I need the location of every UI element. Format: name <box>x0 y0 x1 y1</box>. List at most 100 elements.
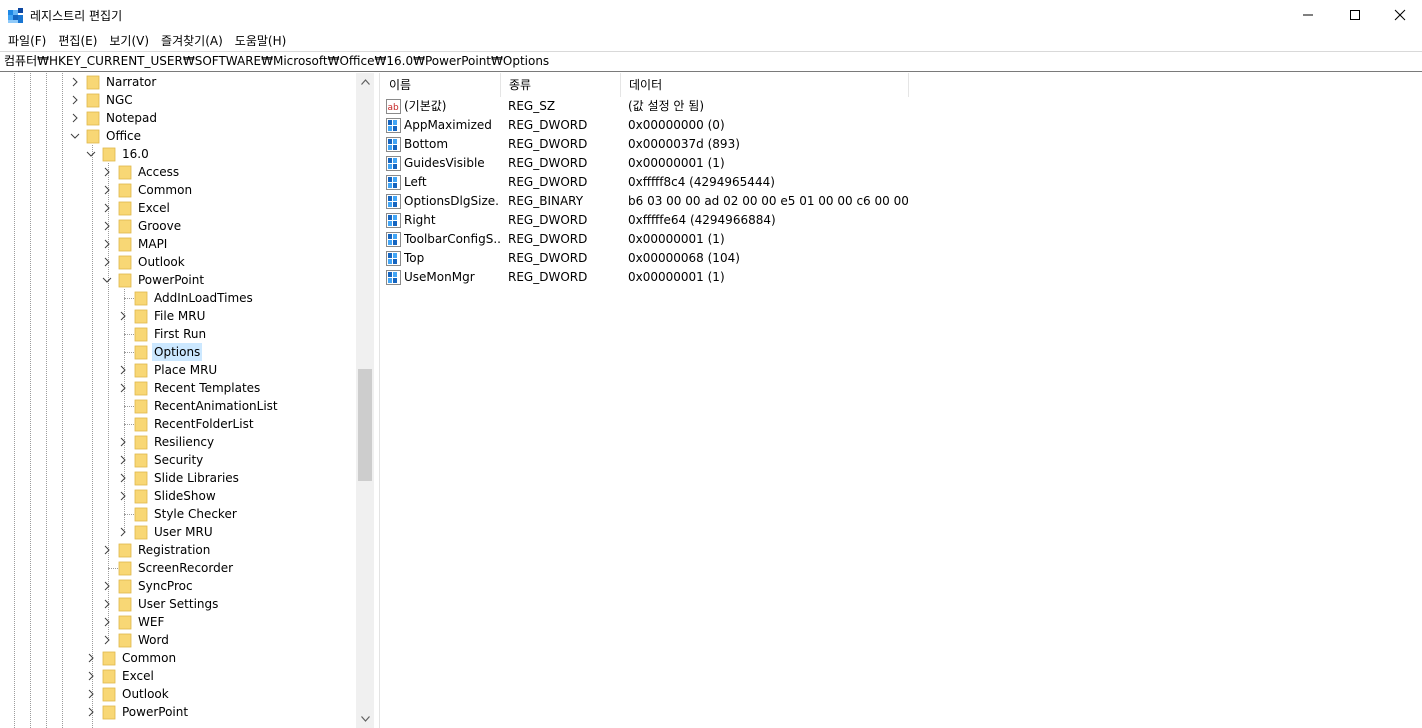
tree-node-label[interactable]: MAPI <box>136 235 169 253</box>
chevron-down-icon[interactable] <box>70 130 80 142</box>
tree-node-label[interactable]: User MRU <box>152 523 215 541</box>
tree-node[interactable]: Security <box>0 451 356 469</box>
tree-node-label[interactable]: Narrator <box>104 73 158 91</box>
tree-node[interactable]: Slide Libraries <box>0 469 356 487</box>
value-row[interactable]: GuidesVisible REG_DWORD 0x00000001 (1) <box>381 154 1422 173</box>
tree-node[interactable]: SyncProc <box>0 577 356 595</box>
tree-node-label[interactable]: 16.0 <box>120 145 151 163</box>
chevron-right-icon[interactable] <box>102 634 112 646</box>
tree-node[interactable]: WEF <box>0 613 356 631</box>
menu-help[interactable]: 도움말(H) <box>229 31 293 51</box>
tree-node[interactable]: 16.0 <box>0 145 356 163</box>
tree-node-label[interactable]: Security <box>152 451 205 469</box>
chevron-right-icon[interactable] <box>70 76 80 88</box>
tree-node-label[interactable]: Notepad <box>104 109 159 127</box>
tree-node-label[interactable]: Access <box>136 163 181 181</box>
tree-node-label[interactable]: Outlook <box>120 685 171 703</box>
chevron-right-icon[interactable] <box>70 94 80 106</box>
tree-node-label[interactable]: PowerPoint <box>120 703 190 721</box>
registry-key-tree[interactable]: Narrator NGC Notepad Office 16.0 Access Common… <box>0 73 374 728</box>
tree-node-label[interactable]: Resiliency <box>152 433 216 451</box>
tree-node[interactable]: Outlook <box>0 685 356 703</box>
tree-scrollbar[interactable] <box>356 73 374 728</box>
tree-node[interactable]: AddInLoadTimes <box>0 289 356 307</box>
tree-node[interactable]: Common <box>0 649 356 667</box>
chevron-right-icon[interactable] <box>86 688 96 700</box>
tree-node-label[interactable]: RecentAnimationList <box>152 397 280 415</box>
chevron-right-icon[interactable] <box>118 310 128 322</box>
tree-node-label[interactable]: Excel <box>120 667 156 685</box>
tree-node[interactable]: First Run <box>0 325 356 343</box>
tree-node[interactable]: NGC <box>0 91 356 109</box>
tree-node-label[interactable]: First Run <box>152 325 208 343</box>
chevron-right-icon[interactable] <box>102 220 112 232</box>
pane-splitter[interactable] <box>374 73 380 728</box>
column-header-data[interactable]: 데이터 <box>621 73 909 97</box>
chevron-right-icon[interactable] <box>86 652 96 664</box>
tree-node-label[interactable]: Slide Libraries <box>152 469 241 487</box>
tree-node-label[interactable]: Place MRU <box>152 361 219 379</box>
chevron-right-icon[interactable] <box>102 184 112 196</box>
chevron-right-icon[interactable] <box>118 364 128 376</box>
tree-node-label[interactable]: Registration <box>136 541 212 559</box>
value-row[interactable]: Right REG_DWORD 0xfffffe64 (4294966884) <box>381 211 1422 230</box>
tree-node[interactable]: Place MRU <box>0 361 356 379</box>
tree-node-label[interactable]: PowerPoint <box>136 271 206 289</box>
column-header-name[interactable]: 이름 <box>381 73 501 97</box>
chevron-down-icon[interactable] <box>86 148 96 160</box>
tree-node-label[interactable]: Common <box>120 649 178 667</box>
tree-node[interactable]: Word <box>0 631 356 649</box>
tree-node[interactable]: MAPI <box>0 235 356 253</box>
tree-node-label[interactable]: ScreenRecorder <box>136 559 235 577</box>
value-row[interactable]: AppMaximized REG_DWORD 0x00000000 (0) <box>381 116 1422 135</box>
tree-node-label[interactable]: Common <box>136 181 194 199</box>
tree-node-label[interactable]: File MRU <box>152 307 207 325</box>
scroll-up-button[interactable] <box>356 73 374 91</box>
tree-node[interactable]: ScreenRecorder <box>0 559 356 577</box>
scroll-down-button[interactable] <box>356 710 374 728</box>
menu-file[interactable]: 파일(F) <box>2 31 52 51</box>
tree-node[interactable]: Common <box>0 181 356 199</box>
chevron-right-icon[interactable] <box>86 706 96 718</box>
value-row[interactable]: UseMonMgr REG_DWORD 0x00000001 (1) <box>381 268 1422 287</box>
tree-node[interactable]: Access <box>0 163 356 181</box>
value-row[interactable]: Top REG_DWORD 0x00000068 (104) <box>381 249 1422 268</box>
chevron-right-icon[interactable] <box>118 526 128 538</box>
column-header-type[interactable]: 종류 <box>501 73 621 97</box>
chevron-right-icon[interactable] <box>118 436 128 448</box>
minimize-button[interactable] <box>1285 0 1331 30</box>
tree-node[interactable]: PowerPoint <box>0 703 356 721</box>
tree-node[interactable]: Excel <box>0 199 356 217</box>
tree-node[interactable]: Excel <box>0 667 356 685</box>
tree-node-label[interactable]: AddInLoadTimes <box>152 289 255 307</box>
scroll-thumb[interactable] <box>358 369 372 481</box>
tree-node-label[interactable]: Office <box>104 127 143 145</box>
chevron-down-icon[interactable] <box>102 274 112 286</box>
menu-view[interactable]: 보기(V) <box>103 31 155 51</box>
tree-node[interactable]: User MRU <box>0 523 356 541</box>
value-row[interactable]: ToolbarConfigS... REG_DWORD 0x00000001 (1) <box>381 230 1422 249</box>
chevron-right-icon[interactable] <box>102 616 112 628</box>
tree-node[interactable]: PowerPoint <box>0 271 356 289</box>
tree-node-label[interactable]: RecentFolderList <box>152 415 256 433</box>
tree-node[interactable]: Recent Templates <box>0 379 356 397</box>
tree-node[interactable]: Options <box>0 343 356 361</box>
chevron-right-icon[interactable] <box>102 256 112 268</box>
chevron-right-icon[interactable] <box>118 472 128 484</box>
tree-node[interactable]: Notepad <box>0 109 356 127</box>
tree-node[interactable]: Narrator <box>0 73 356 91</box>
chevron-right-icon[interactable] <box>118 490 128 502</box>
chevron-right-icon[interactable] <box>102 202 112 214</box>
tree-node-label[interactable]: Outlook <box>136 253 187 271</box>
tree-node[interactable]: SlideShow <box>0 487 356 505</box>
tree-node-label[interactable]: WEF <box>136 613 166 631</box>
chevron-right-icon[interactable] <box>118 382 128 394</box>
tree-node[interactable]: File MRU <box>0 307 356 325</box>
tree-node[interactable]: Groove <box>0 217 356 235</box>
tree-node[interactable]: Registration <box>0 541 356 559</box>
registry-values-list[interactable]: 이름 종류 데이터 ab (기본값) REG_SZ (값 설정 안 됨) AppMaxi… <box>381 73 1422 728</box>
tree-node[interactable]: Office <box>0 127 356 145</box>
tree-node-label[interactable]: User Settings <box>136 595 220 613</box>
value-row[interactable]: Bottom REG_DWORD 0x0000037d (893) <box>381 135 1422 154</box>
address-bar[interactable]: 컴퓨터₩HKEY_CURRENT_USER₩SOFTWARE₩Microsoft… <box>0 51 1422 72</box>
